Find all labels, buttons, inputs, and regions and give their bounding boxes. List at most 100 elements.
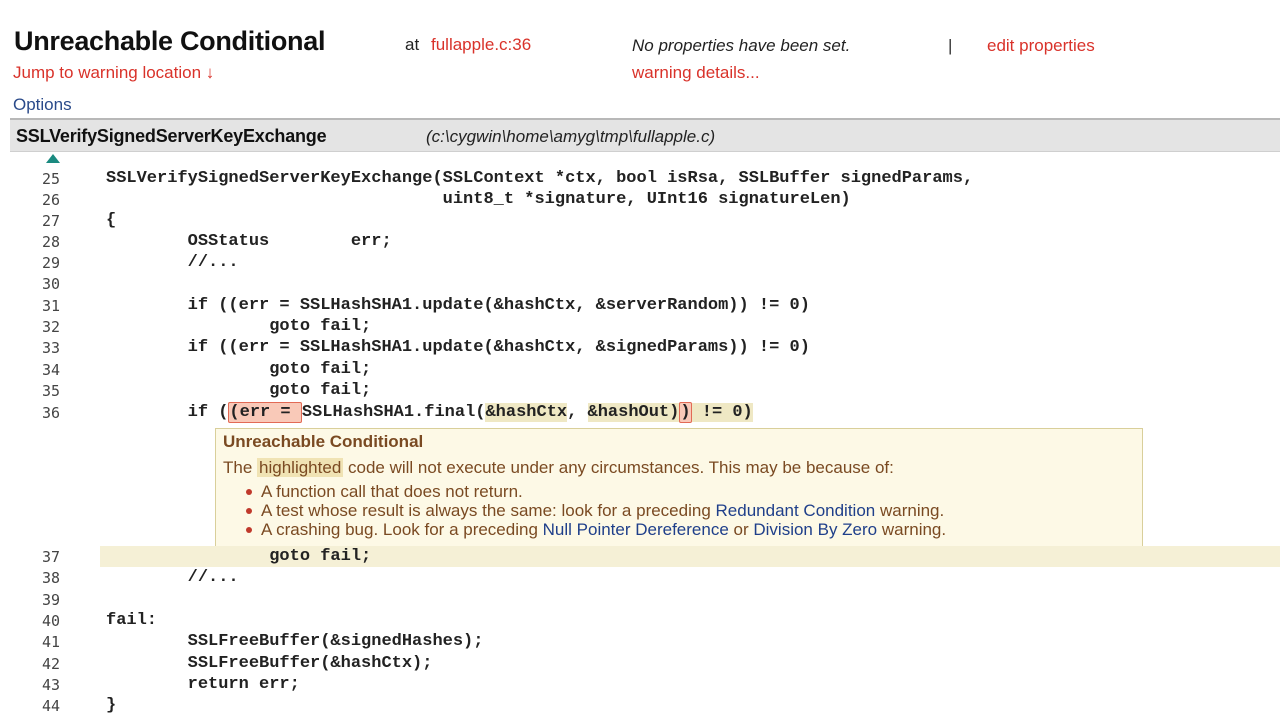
code-text: } bbox=[106, 696, 117, 715]
code-line: 35 goto fail; bbox=[0, 380, 1280, 401]
separator: | bbox=[948, 36, 953, 55]
line-number: 43 bbox=[41, 676, 60, 694]
code-line: 39 bbox=[0, 589, 1280, 610]
reason-text: warning. bbox=[875, 501, 945, 520]
at-label: at bbox=[405, 35, 420, 54]
code-text: SSLVerifySignedServerKeyExchange(SSLCont… bbox=[106, 169, 974, 188]
code-line: 25 SSLVerifySignedServerKeyExchange(SSLC… bbox=[0, 168, 1280, 189]
reason-text: A function call that does not return. bbox=[261, 482, 523, 501]
code-text: if ((err = SSLHashSHA1.update(&hashCtx, … bbox=[106, 296, 810, 315]
code-segment: != 0) bbox=[691, 403, 753, 422]
code-text: if ((err = SSLHashSHA1.final(&hashCtx, &… bbox=[106, 402, 753, 423]
code-line: 43 return err; bbox=[0, 674, 1280, 695]
list-item: A crashing bug. Look for a preceding Nul… bbox=[246, 520, 947, 539]
scroll-up-arrow-icon[interactable] bbox=[46, 154, 60, 163]
code-text: //... bbox=[106, 253, 239, 272]
file-path: (c:\cygwin\home\amyg\tmp\fullapple.c) bbox=[426, 127, 716, 146]
line-number: 34 bbox=[41, 361, 60, 379]
code-segment: SSLHashSHA1.final( bbox=[301, 403, 486, 422]
no-properties-text: No properties have been set. bbox=[632, 36, 851, 55]
code-line: 38 //... bbox=[0, 567, 1280, 588]
line-number: 30 bbox=[41, 275, 60, 293]
bullet-icon bbox=[246, 527, 252, 533]
line-number: 42 bbox=[41, 655, 60, 673]
popup-description: The highlighted code will not execute un… bbox=[223, 458, 894, 478]
reason-text: warning. bbox=[877, 520, 947, 539]
location-link[interactable]: fullapple.c:36 bbox=[431, 35, 531, 55]
code-segment: if ( bbox=[106, 403, 229, 422]
code-segment: , bbox=[567, 403, 588, 422]
highlighted-argument: &hashOut) bbox=[587, 403, 680, 422]
code-text: return err; bbox=[106, 675, 300, 694]
highlighted-unreachable-code: ) bbox=[679, 402, 692, 423]
code-line: 44 } bbox=[0, 695, 1280, 716]
reasons-list: A function call that does not return. A … bbox=[243, 482, 946, 539]
reason-text: A crashing bug. Look for a preceding bbox=[261, 520, 543, 539]
line-number: 36 bbox=[41, 404, 60, 422]
line-number: 32 bbox=[41, 318, 60, 336]
list-item: A test whose result is always the same: … bbox=[246, 501, 946, 520]
code-line: 41 SSLFreeBuffer(&signedHashes); bbox=[0, 631, 1280, 652]
function-header-bar: SSLVerifySignedServerKeyExchange (c:\cyg… bbox=[10, 118, 1280, 152]
code-text: goto fail; bbox=[106, 547, 372, 566]
highlighted-argument: &hashCtx bbox=[485, 403, 568, 422]
code-line: 34 goto fail; bbox=[0, 359, 1280, 380]
popup-highlight-word: highlighted bbox=[257, 458, 344, 477]
code-line: 32 goto fail; bbox=[0, 316, 1280, 337]
code-text: OSStatus err; bbox=[106, 232, 392, 251]
line-number: 27 bbox=[41, 212, 60, 230]
warning-title: Unreachable Conditional bbox=[14, 26, 326, 56]
code-line: 33 if ((err = SSLHashSHA1.update(&hashCt… bbox=[0, 337, 1280, 358]
code-line: 29 //... bbox=[0, 252, 1280, 273]
line-number: 29 bbox=[41, 254, 60, 272]
code-line-highlighted: 37 goto fail; bbox=[42, 546, 1280, 567]
line-number: 37 bbox=[41, 548, 60, 566]
division-by-zero-link[interactable]: Division By Zero bbox=[753, 520, 877, 539]
code-line: 30 bbox=[0, 273, 1280, 294]
line-number: 33 bbox=[41, 339, 60, 357]
code-text: { bbox=[106, 211, 117, 230]
reason-text: A test whose result is always the same: … bbox=[261, 501, 716, 520]
line-number: 26 bbox=[41, 191, 60, 209]
bullet-icon bbox=[246, 489, 252, 495]
list-item: A function call that does not return. bbox=[246, 482, 946, 501]
line-number: 44 bbox=[41, 697, 60, 715]
code-line: 28 OSStatus err; bbox=[0, 231, 1280, 252]
warning-details-link[interactable]: warning details... bbox=[632, 63, 760, 83]
code-line: 27 { bbox=[0, 210, 1280, 231]
code-line: 31 if ((err = SSLHashSHA1.update(&hashCt… bbox=[0, 295, 1280, 316]
reason-text: or bbox=[728, 520, 754, 539]
line-number: 39 bbox=[41, 591, 60, 609]
popup-text-part: The bbox=[223, 458, 258, 477]
warning-explanation-popup: Unreachable Conditional The highlighted … bbox=[215, 428, 1143, 548]
popup-title: Unreachable Conditional bbox=[223, 432, 424, 451]
line-number: 40 bbox=[41, 612, 60, 630]
highlighted-unreachable-code: (err = bbox=[228, 402, 302, 423]
popup-text-part: code will not execute under any circumst… bbox=[343, 458, 894, 477]
code-line: 26 uint8_t *signature, UInt16 signatureL… bbox=[0, 189, 1280, 210]
options-link[interactable]: Options bbox=[13, 95, 72, 115]
code-text: goto fail; bbox=[106, 360, 372, 379]
code-text: goto fail; bbox=[106, 317, 372, 336]
code-line: 42 SSLFreeBuffer(&hashCtx); bbox=[0, 653, 1280, 674]
null-pointer-dereference-link[interactable]: Null Pointer Dereference bbox=[543, 520, 729, 539]
code-text: goto fail; bbox=[106, 381, 372, 400]
bullet-icon bbox=[246, 508, 252, 514]
code-text: SSLFreeBuffer(&signedHashes); bbox=[106, 632, 484, 651]
line-number: 35 bbox=[41, 382, 60, 400]
redundant-condition-link[interactable]: Redundant Condition bbox=[716, 501, 876, 520]
code-line-warning: 36 if ((err = SSLHashSHA1.final(&hashCtx… bbox=[0, 402, 1280, 423]
jump-to-warning-link[interactable]: Jump to warning location ↓ bbox=[13, 63, 214, 83]
code-text: uint8_t *signature, UInt16 signatureLen) bbox=[106, 190, 851, 209]
function-name: SSLVerifySignedServerKeyExchange bbox=[16, 126, 327, 146]
line-number: 28 bbox=[41, 233, 60, 251]
line-number: 41 bbox=[41, 633, 60, 651]
edit-properties-link[interactable]: edit properties bbox=[987, 36, 1095, 56]
code-text: //... bbox=[106, 568, 239, 587]
line-number: 31 bbox=[41, 297, 60, 315]
code-text: if ((err = SSLHashSHA1.update(&hashCtx, … bbox=[106, 338, 810, 357]
code-text: fail: bbox=[106, 611, 158, 630]
code-line: 40 fail: bbox=[0, 610, 1280, 631]
line-number: 38 bbox=[41, 569, 60, 587]
code-text: SSLFreeBuffer(&hashCtx); bbox=[106, 654, 433, 673]
